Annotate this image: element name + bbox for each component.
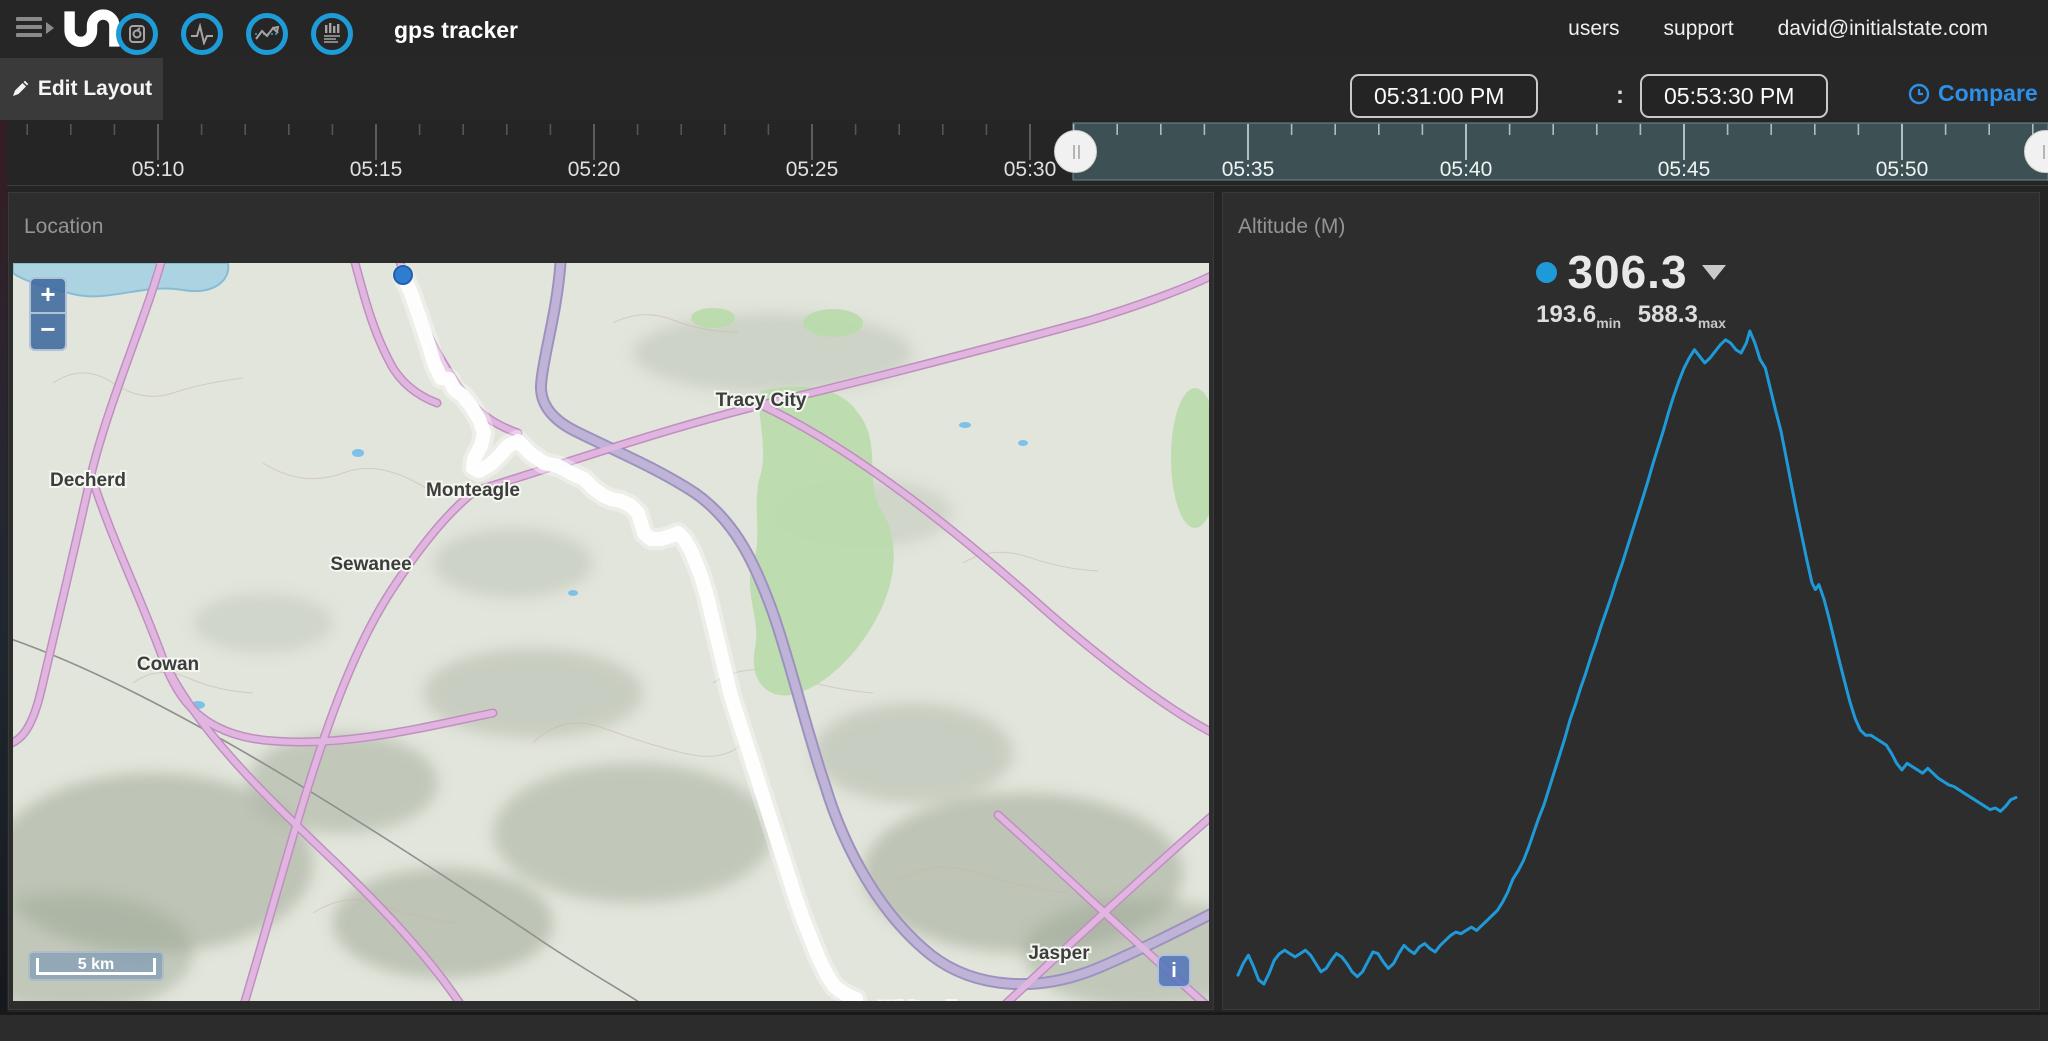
initialstate-logo[interactable] (60, 6, 124, 57)
pencil-icon (11, 80, 29, 98)
zoom-in-button[interactable]: + (29, 277, 67, 314)
city-label: Decherd (50, 470, 126, 491)
tiles-view-button[interactable] (116, 13, 158, 55)
city-label: Sewanee (330, 554, 411, 575)
altitude-stats: 306.3 193.6min 588.3max (1223, 245, 2039, 331)
current-value: 306.3 (1567, 245, 1687, 299)
dashboard: gps tracker users support david@initialsta… (0, 0, 2048, 1041)
timeline-tick-label: 05:35 (1222, 158, 1275, 181)
city-label: Monteagle (426, 480, 520, 501)
bars-icon (320, 22, 344, 46)
city-label: Cowan (137, 654, 199, 675)
timeline-tick-label: 05:45 (1658, 158, 1711, 181)
clock-icon (1908, 83, 1930, 105)
app-title: gps tracker (394, 17, 518, 44)
edit-layout-label: Edit Layout (38, 77, 152, 101)
waves-icon (189, 23, 215, 45)
city-label: Jasper (1028, 943, 1090, 964)
start-time-input[interactable]: 05:31:00 PM (1350, 74, 1538, 118)
current-value-dot (1536, 262, 1557, 283)
timeline-tick-label: 05:15 (350, 158, 403, 181)
lines-view-button[interactable] (246, 13, 288, 55)
top-nav: users support david@initialstate.com (1568, 0, 1988, 58)
timeline-tick-label: 05:20 (568, 158, 621, 181)
timeline-ruler[interactable]: 05:10 05:15 05:20 05:25 05:30 05:35 05:40 05:45… (0, 120, 2048, 186)
time-separator: : (1616, 82, 1624, 110)
map-scale-label: 5 km (30, 956, 162, 974)
waves-view-button[interactable] (181, 13, 223, 55)
edit-layout-button[interactable]: Edit Layout (0, 58, 163, 120)
timeline-tick-label: 05:30 (1004, 158, 1057, 181)
timeline-tick-label: 05:50 (1876, 158, 1929, 181)
location-panel: Location (8, 192, 1214, 1010)
nav-support[interactable]: support (1664, 17, 1734, 41)
map-scale: 5 km (28, 951, 164, 981)
altitude-chart (1231, 321, 2031, 997)
map[interactable]: Decherd Monteagle Sewanee Cowan Tracy City Ja… (13, 263, 1209, 1001)
city-label: Tracy City (716, 390, 807, 411)
altitude-title: Altitude (M) (1238, 215, 1345, 239)
timeline-tick-label: 05:10 (132, 158, 185, 181)
info-button[interactable]: i (1157, 954, 1191, 988)
zoom-out-button[interactable]: − (29, 314, 67, 351)
city-label: Whitwell (879, 999, 956, 1001)
timeline-tick-label: 05:40 (1440, 158, 1493, 181)
nav-account[interactable]: david@initialstate.com (1778, 17, 1988, 41)
track-start-dot (394, 266, 412, 284)
altitude-panel: Altitude (M) 306.3 193.6min 588.3max (1222, 192, 2040, 1010)
control-row: Edit Layout 05:31:00 PM : 05:53:30 PM Co… (0, 58, 2048, 120)
altitude-line (1238, 331, 2016, 984)
end-time-input[interactable]: 05:53:30 PM (1640, 74, 1828, 118)
compare-label: Compare (1938, 80, 2038, 107)
lines-icon (254, 23, 280, 45)
timeline-tick-label: 05:25 (786, 158, 839, 181)
tiles-icon (126, 23, 148, 45)
compare-button[interactable]: Compare (1908, 80, 2038, 107)
left-edge-strip (0, 120, 7, 1041)
nav-users[interactable]: users (1568, 17, 1619, 41)
value-dropdown-icon[interactable] (1702, 265, 1726, 280)
bars-view-button[interactable] (311, 13, 353, 55)
location-title: Location (24, 215, 103, 239)
menu-icon[interactable] (16, 14, 60, 44)
footer-bar (0, 1012, 2048, 1041)
header-bar: gps tracker users support david@initialsta… (0, 0, 2048, 58)
timeline-left-handle[interactable] (1054, 130, 1097, 173)
